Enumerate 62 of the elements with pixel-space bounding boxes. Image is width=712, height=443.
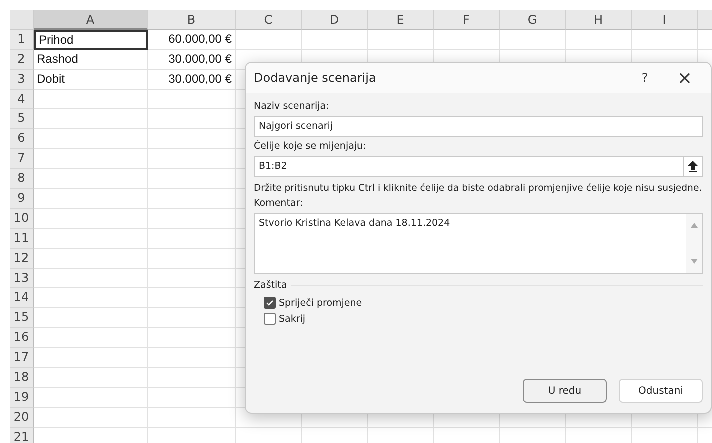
- table-cell: Prihod: [34, 30, 148, 50]
- collapse-dialog-button[interactable]: [683, 156, 703, 177]
- row-header[interactable]: 18: [10, 368, 34, 388]
- column-header[interactable]: A: [34, 10, 148, 30]
- row-header[interactable]: 7: [10, 149, 34, 170]
- field-label: Ćelije koje se mijenjaju:: [254, 141, 368, 152]
- checkbox-label[interactable]: Spriječi promjene: [279, 298, 362, 308]
- column-header[interactable]: H: [566, 10, 632, 30]
- column-header[interactable]: F: [434, 10, 500, 30]
- row-header[interactable]: 5: [10, 109, 34, 130]
- up-arrow-icon: [688, 161, 698, 172]
- select-all-corner[interactable]: [10, 10, 34, 30]
- column-header[interactable]: B: [148, 10, 236, 30]
- table-cell: Rashod: [34, 50, 148, 70]
- row-header[interactable]: 6: [10, 129, 34, 150]
- table-cell: Dobit: [34, 70, 148, 90]
- table-cell: 60.000,00 €: [148, 30, 236, 50]
- hint-text: Držite pritisnutu tipku Ctrl i kliknite ćelije da biste odabrali promjenjive ćelije koje nisu susjedne.: [254, 183, 703, 194]
- close-button[interactable]: ×: [665, 65, 705, 91]
- field-label: Komentar:: [254, 198, 304, 209]
- checkbox[interactable]: [264, 313, 276, 325]
- row-header[interactable]: 17: [10, 348, 34, 368]
- row-header[interactable]: 8: [10, 169, 34, 190]
- group-label: Zaštita: [254, 280, 288, 291]
- row-header[interactable]: 11: [10, 228, 34, 249]
- row-header[interactable]: 3: [10, 70, 34, 90]
- table-cell: [236, 30, 302, 50]
- field-label: Naziv scenarija:: [254, 101, 330, 112]
- column-header[interactable]: G: [500, 10, 566, 30]
- comment-text: Stvorio Kristina Kelava dana 18.11.2024: [258, 217, 452, 231]
- row-header[interactable]: 14: [10, 288, 34, 308]
- column-header[interactable]: I: [632, 10, 698, 30]
- table-cell: 30.000,00 €: [148, 70, 236, 90]
- row-header[interactable]: 1: [10, 30, 34, 50]
- cancel-button[interactable]: Odustani: [619, 379, 703, 403]
- column-header[interactable]: D: [302, 10, 368, 30]
- row-header[interactable]: 19: [10, 388, 34, 408]
- row-header[interactable]: 9: [10, 189, 34, 209]
- column-header[interactable]: E: [368, 10, 434, 30]
- input-field[interactable]: Najgori scenarij: [254, 116, 703, 137]
- row-header[interactable]: 20: [10, 408, 34, 428]
- column-header[interactable]: C: [236, 10, 302, 30]
- row-header[interactable]: 15: [10, 308, 34, 328]
- checkbox-label[interactable]: Sakrij: [279, 314, 306, 324]
- row-header[interactable]: 21: [10, 428, 34, 443]
- dialog-title: Dodavanje scenarija: [254, 71, 378, 85]
- checkbox[interactable]: [264, 297, 276, 309]
- scroll-up-icon[interactable]: [690, 223, 698, 228]
- comment-field[interactable]: Stvorio Kristina Kelava dana 18.11.2024: [254, 213, 703, 274]
- row-header[interactable]: 13: [10, 268, 34, 288]
- column-header[interactable]: [698, 10, 712, 30]
- row-header[interactable]: 16: [10, 328, 34, 348]
- help-button[interactable]: ?: [625, 65, 665, 91]
- row-header[interactable]: 2: [10, 50, 34, 70]
- row-header[interactable]: 10: [10, 208, 34, 229]
- checkmark-icon: [266, 300, 274, 306]
- table-cell: 30.000,00 €: [148, 50, 236, 70]
- row-header[interactable]: 4: [10, 90, 34, 110]
- scroll-down-icon[interactable]: [690, 259, 698, 264]
- ok-button[interactable]: U redu: [523, 379, 607, 403]
- input-field[interactable]: B1:B2: [254, 156, 683, 177]
- row-header[interactable]: 12: [10, 248, 34, 269]
